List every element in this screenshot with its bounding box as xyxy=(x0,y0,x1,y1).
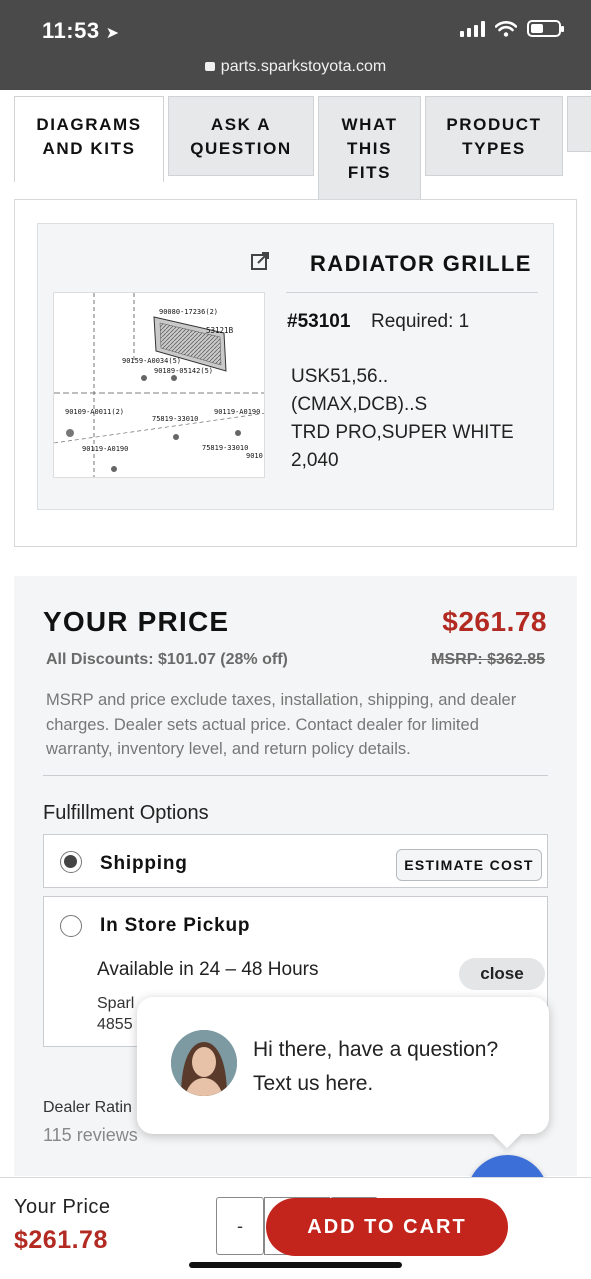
availability-text: Available in 24 – 48 Hours xyxy=(97,959,319,980)
lock-icon xyxy=(204,62,215,71)
description-line: 2,040 xyxy=(291,450,339,471)
diagram-callout: 90080-17236(2) xyxy=(159,308,218,316)
diagram-callout: 90109-A0011(2) xyxy=(65,408,124,416)
discounts-text: All Discounts: $101.07 (28% off) xyxy=(46,651,288,668)
tab-what-this-fits[interactable]: WHAT THIS FITS xyxy=(318,96,421,200)
msrp-text: MSRP: $362.85 xyxy=(431,651,545,668)
status-bar: 11:53 ➤ parts.sparkstoyota.com xyxy=(0,0,591,90)
your-price-label: YOUR PRICE xyxy=(43,606,230,637)
tab-label-line: ASK A xyxy=(210,115,272,134)
fulfillment-options-label: Fulfillment Options xyxy=(43,802,209,824)
chat-message: Hi there, have a question? Text us here. xyxy=(253,1038,499,1095)
tab-label-line: WHAT xyxy=(341,115,398,134)
url-text: parts.sparkstoyota.com xyxy=(220,58,387,75)
chat-popup[interactable]: Hi there, have a question? Text us here. xyxy=(137,997,549,1134)
tab-label-line: FITS xyxy=(347,163,392,182)
tab-label-line: TYPES xyxy=(462,139,526,158)
tab-label-line: AND KITS xyxy=(42,139,136,158)
shipping-radio[interactable] xyxy=(60,851,82,873)
price-disclaimer: MSRP and price exclude taxes, installati… xyxy=(46,691,517,758)
location-arrow-icon: ➤ xyxy=(105,25,120,42)
shipping-label: Shipping xyxy=(100,853,188,874)
dealer-rating-label: Dealer Ratin xyxy=(43,1099,132,1116)
clock-text: 11:53 xyxy=(42,18,100,43)
required-quantity: Required: 1 xyxy=(371,311,470,332)
part-description: USK51,56.. (CMAX,DCB)..S TRD PRO,SUPER W… xyxy=(291,363,514,475)
pickup-radio[interactable] xyxy=(60,915,82,937)
part-title: RADIATOR GRILLE xyxy=(310,251,532,276)
in-store-pickup-option[interactable]: In Store Pickup xyxy=(43,896,548,948)
tab-diagrams-and-kits[interactable]: DIAGRAMS AND KITS xyxy=(14,96,164,182)
tab-label-line: QUESTION xyxy=(190,139,292,158)
tab-more-partial[interactable] xyxy=(567,96,591,152)
review-count[interactable]: 115 reviews xyxy=(43,1125,138,1146)
tab-label-line: THIS xyxy=(346,139,393,158)
status-time: 11:53 ➤ xyxy=(42,18,119,44)
agent-avatar xyxy=(171,1030,237,1096)
your-price-value: $261.78 xyxy=(442,606,547,637)
diagram-callout: 90119-A0190 xyxy=(82,445,128,453)
cellular-signal-icon xyxy=(460,20,485,37)
part-diagram-image[interactable]: 90080-17236(2) 53121B 90159-A0034(5) 901… xyxy=(53,292,265,478)
bottom-price-value: $261.78 xyxy=(14,1226,108,1254)
tab-product-types[interactable]: PRODUCT TYPES xyxy=(425,96,563,176)
diagram-callout: 90119-A0190 xyxy=(214,408,260,416)
diagram-callout: 9010 xyxy=(246,452,263,460)
store-name: Sparl xyxy=(97,995,135,1012)
bottom-price-label: Your Price xyxy=(14,1196,111,1218)
diagram-callout: 75819-33010 xyxy=(202,444,248,452)
estimate-cost-button[interactable]: ESTIMATE COST xyxy=(396,849,542,881)
home-indicator xyxy=(189,1262,402,1268)
status-icons xyxy=(460,20,564,37)
battery-icon xyxy=(527,20,564,37)
tab-label-line: PRODUCT xyxy=(446,115,542,134)
quantity-decrement-button[interactable]: - xyxy=(216,1197,264,1255)
close-button[interactable]: close xyxy=(459,958,545,990)
open-external-icon[interactable] xyxy=(250,251,270,271)
wifi-icon xyxy=(495,20,517,37)
address-bar[interactable]: parts.sparkstoyota.com xyxy=(0,58,591,76)
diagram-callout: 90189-05142(5) xyxy=(154,367,213,375)
title-divider xyxy=(286,292,538,293)
diagram-callout: 53121B xyxy=(206,326,234,335)
shipping-option[interactable]: Shipping ESTIMATE COST xyxy=(43,834,548,888)
divider xyxy=(43,775,548,776)
add-to-cart-button[interactable]: ADD TO CART xyxy=(266,1198,508,1256)
tab-label-line: DIAGRAMS xyxy=(36,115,142,134)
description-line: USK51,56.. xyxy=(291,366,389,387)
description-line: TRD PRO,SUPER WHITE xyxy=(291,422,514,443)
part-tabs: DIAGRAMS AND KITS ASK A QUESTION WHAT TH… xyxy=(0,90,591,200)
description-line: (CMAX,DCB)..S xyxy=(291,394,428,415)
part-number: #53101 xyxy=(287,311,351,332)
store-address: 4855 xyxy=(97,1016,133,1033)
pickup-label: In Store Pickup xyxy=(100,915,251,936)
diagram-callout: 75819-33010 xyxy=(152,415,198,423)
tab-ask-a-question[interactable]: ASK A QUESTION xyxy=(168,96,314,176)
diagram-callout: 90159-A0034(5) xyxy=(122,357,181,365)
